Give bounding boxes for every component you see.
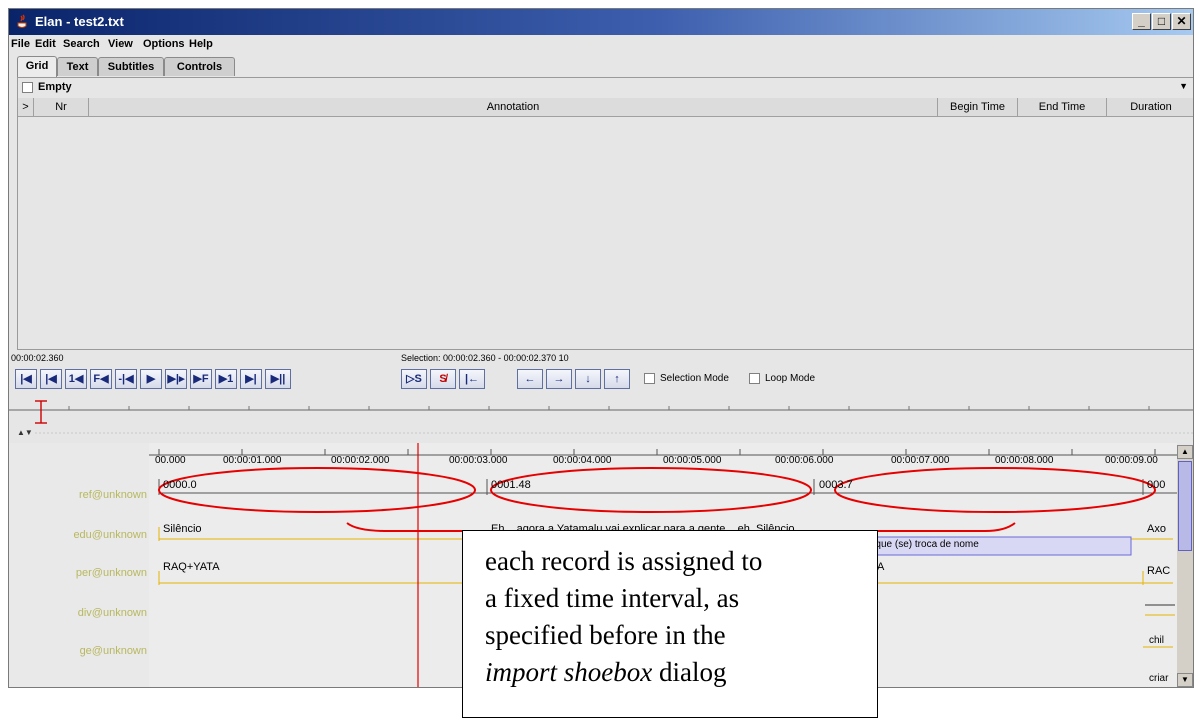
callout-line: specified before in the: [485, 620, 726, 650]
tab-text[interactable]: Text: [57, 57, 98, 76]
dropdown-arrow-icon[interactable]: ▼: [1179, 81, 1188, 91]
maximize-button[interactable]: □: [1152, 13, 1171, 30]
callout-rest: dialog: [652, 657, 727, 687]
column-duration[interactable]: Duration: [1107, 98, 1193, 116]
back-second-button[interactable]: 1◀: [65, 369, 87, 389]
callout-line-4: import shoebox dialog: [485, 654, 857, 691]
forward-frame-button[interactable]: ▶F: [190, 369, 212, 389]
scroll-down-icon[interactable]: ▼: [1177, 673, 1193, 687]
menu-help[interactable]: Help: [189, 38, 213, 50]
callout-box: each record is assigned to a fixed time …: [462, 530, 878, 718]
previous-frame-button[interactable]: |◀: [40, 369, 62, 389]
per-annotation[interactable]: RAC: [1147, 565, 1170, 577]
java-cup-icon: [17, 14, 27, 28]
menu-options[interactable]: Options: [143, 38, 185, 50]
column-begin-time[interactable]: Begin Time: [938, 98, 1018, 116]
tier-label-ge[interactable]: ge@unknown: [9, 645, 147, 657]
column-nr[interactable]: Nr: [34, 98, 89, 116]
expand-column[interactable]: >: [18, 98, 34, 116]
tier-checkbox[interactable]: [22, 82, 33, 93]
tier-selector-row: Empty ▼: [18, 78, 1193, 99]
loop-mode-checkbox[interactable]: [749, 373, 760, 384]
tick-label: 00:00:04.000: [553, 455, 612, 466]
tier-up-button[interactable]: ↑: [604, 369, 630, 389]
tier-down-button[interactable]: ↓: [575, 369, 601, 389]
tab-controls[interactable]: Controls: [164, 57, 235, 76]
next-frame-button[interactable]: ▶|: [240, 369, 262, 389]
menu-search[interactable]: Search: [63, 38, 100, 50]
svg-text:▲▼: ▲▼: [17, 428, 33, 437]
tick-label: 00:00:09.00: [1105, 455, 1158, 466]
loop-mode-label: Loop Mode: [765, 373, 816, 384]
clear-selection-button[interactable]: S̸: [430, 369, 456, 389]
window-title: Elan - test2.txt: [35, 14, 124, 29]
tick-label: 00:00:05.000: [663, 455, 722, 466]
next-annotation-button[interactable]: →: [546, 369, 572, 389]
edu-annotation[interactable]: Axo: [1147, 523, 1166, 535]
timeline-scrollbar[interactable]: ▲ ▼: [1177, 445, 1193, 687]
forward-second-button[interactable]: ▶1: [215, 369, 237, 389]
per-annotation[interactable]: RAQ+YATA: [163, 561, 220, 573]
tick-label: 00:00:08.000: [995, 455, 1054, 466]
menu-view[interactable]: View: [108, 38, 133, 50]
ref-annotation[interactable]: 0000.0: [163, 479, 197, 491]
crosshair-marker: [35, 400, 47, 424]
play-button[interactable]: ▶: [140, 369, 162, 389]
ref-annotation[interactable]: 0001.48: [491, 479, 531, 491]
close-button[interactable]: ✕: [1172, 13, 1191, 30]
previous-annotation-button[interactable]: ←: [517, 369, 543, 389]
callout-italic: import shoebox: [485, 657, 653, 687]
column-end-time[interactable]: End Time: [1018, 98, 1107, 116]
callout-line: a fixed time interval, as: [485, 583, 740, 613]
minimize-button[interactable]: _: [1132, 13, 1151, 30]
play-selection-button[interactable]: ▷S: [401, 369, 427, 389]
go-to-begin-button[interactable]: |◀: [15, 369, 37, 389]
tab-grid[interactable]: Grid: [17, 56, 57, 77]
back-pixel-button[interactable]: -|◀: [115, 369, 137, 389]
ge-annotation[interactable]: chil: [1149, 635, 1164, 646]
title-bar: Elan - test2.txt _ □ ✕: [9, 9, 1193, 35]
selection-begin-button[interactable]: |←: [459, 369, 485, 389]
tick-label: 00:00:03.000: [449, 455, 508, 466]
menu-file[interactable]: File: [11, 38, 30, 50]
tick-label: 00:00:01.000: [223, 455, 282, 466]
tick-label: 00:00:07.000: [891, 455, 950, 466]
menu-edit[interactable]: Edit: [35, 38, 56, 50]
ge-annotation[interactable]: criar: [1149, 673, 1168, 684]
column-annotation[interactable]: Annotation: [89, 98, 938, 116]
menu-bar: File Edit Search View Options Help: [9, 35, 1193, 55]
tab-subtitles[interactable]: Subtitles: [98, 57, 164, 76]
tier-label-edu[interactable]: edu@unknown: [9, 529, 147, 541]
go-to-end-button[interactable]: ▶||: [265, 369, 291, 389]
tier-label-ref[interactable]: ref@unknown: [9, 489, 147, 501]
selection-mode-label: Selection Mode: [660, 373, 729, 384]
tick-label: 00:00:02.000: [331, 455, 390, 466]
grid-panel: Empty ▼ > Nr Annotation Begin Time End T…: [17, 77, 1193, 350]
scroll-up-icon[interactable]: ▲: [1177, 445, 1193, 459]
tick-label: 00.000: [155, 455, 186, 466]
overview-ruler[interactable]: ▲▼: [9, 397, 1193, 437]
tier-selector[interactable]: Empty: [38, 81, 72, 93]
ref-annotation[interactable]: 0003.7: [819, 479, 853, 491]
edu-annotation[interactable]: Silêncio: [163, 523, 202, 535]
tick-label: 00:00:06.000: [775, 455, 834, 466]
selection-readout: Selection: 00:00:02.360 - 00:00:02.370 1…: [401, 353, 569, 363]
back-frame-button[interactable]: F◀: [90, 369, 112, 389]
current-time: 00:00:02.360: [11, 353, 64, 363]
callout-line: each record is assigned to: [485, 546, 763, 576]
selection-mode-checkbox[interactable]: [644, 373, 655, 384]
forward-pixel-button[interactable]: ▶|▸: [165, 369, 187, 389]
grid-header: > Nr Annotation Begin Time End Time Dura…: [18, 98, 1193, 117]
tier-label-per[interactable]: per@unknown: [9, 567, 147, 579]
ref-annotation[interactable]: 000: [1147, 479, 1165, 491]
per-annotation[interactable]: A: [877, 561, 884, 573]
tier-label-div[interactable]: div@unknown: [9, 607, 147, 619]
scroll-thumb[interactable]: [1178, 461, 1192, 551]
